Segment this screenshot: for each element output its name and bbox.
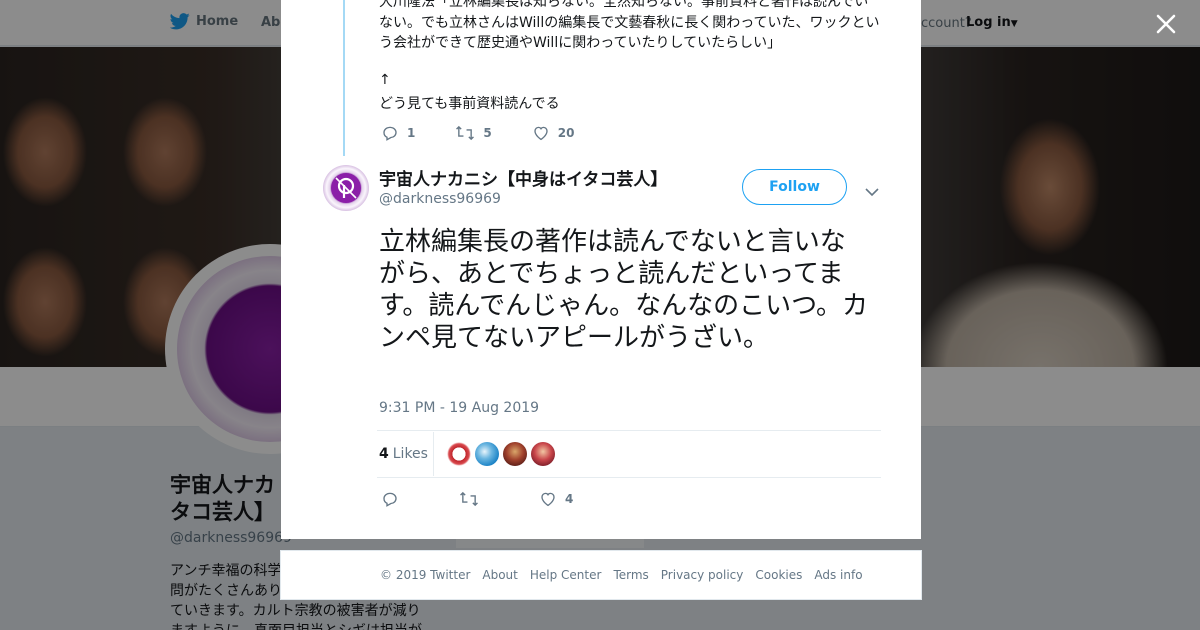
stats-divider <box>433 432 434 476</box>
footer-link-terms[interactable]: Terms <box>613 568 648 582</box>
like-count: 4 <box>565 492 574 506</box>
retweet-icon <box>456 125 475 141</box>
footer-link-about[interactable]: About <box>482 568 517 582</box>
likes-stat[interactable]: 4 Likes <box>379 446 428 462</box>
tweet-timestamp[interactable]: 9:31 PM - 19 Aug 2019 <box>379 400 539 416</box>
follow-button[interactable]: Follow <box>742 169 847 205</box>
likes-stat-count: 4 <box>379 446 389 462</box>
retweet-button[interactable]: 5 <box>455 124 492 142</box>
close-icon <box>1156 14 1176 34</box>
like-button[interactable]: 4 <box>539 490 573 508</box>
tweet-actions: 4 <box>381 490 633 508</box>
like-count: 20 <box>557 126 575 140</box>
liker-avatar[interactable] <box>503 442 527 466</box>
reply-count: 1 <box>407 126 416 140</box>
reply-button[interactable] <box>381 490 399 508</box>
previous-tweet-line: 大川隆法「立林編集長は知らない。全然知らない。事前資料と著作は読んでい <box>379 0 869 10</box>
footer-link-cookies[interactable]: Cookies <box>755 568 802 582</box>
liker-avatar[interactable] <box>447 442 471 466</box>
retweet-icon <box>460 491 478 507</box>
liker-avatar[interactable] <box>531 442 555 466</box>
previous-tweet-actions: 1 5 20 <box>381 124 614 142</box>
author-name[interactable]: 宇宙人ナカニシ【中身はイタコ芸人】 <box>379 165 667 190</box>
tweet-stats: 4 Likes <box>377 430 881 478</box>
previous-tweet-text: 大川隆法「立林編集長は知らない。全然知らない。事前資料と著作は読んでい ない。で… <box>379 0 884 54</box>
heart-icon <box>534 126 548 141</box>
retweet-count: 5 <box>483 126 492 140</box>
heart-icon <box>541 492 555 507</box>
previous-tweet-arrow: ↑ <box>379 72 391 88</box>
author-avatar[interactable] <box>323 165 369 211</box>
reply-icon <box>383 492 397 507</box>
close-modal-button[interactable] <box>1152 10 1180 38</box>
retweet-button[interactable] <box>459 490 479 508</box>
tweet-text: 立林編集長の著作は読んでないと言いながら、あとでちょっと読んだといってます。読ん… <box>379 227 869 353</box>
footer-link-privacy[interactable]: Privacy policy <box>661 568 744 582</box>
tweet-menu-button[interactable] <box>865 182 879 201</box>
footer: © 2019 Twitter About Help Center Terms P… <box>280 550 922 600</box>
footer-link-ads-info[interactable]: Ads info <box>814 568 862 582</box>
likes-stat-label: Likes <box>392 446 428 462</box>
previous-tweet-line: う会社ができて歴史通やWillに関わっていたりしていたらしい」 <box>379 35 782 51</box>
liker-avatar[interactable] <box>475 442 499 466</box>
avatar-logo-icon <box>331 173 361 203</box>
footer-copyright: © 2019 Twitter <box>380 568 471 582</box>
previous-tweet-last-line: どう見ても事前資料読んでる <box>379 96 560 112</box>
reply-button[interactable]: 1 <box>381 124 415 142</box>
author-handle[interactable]: @darkness96969 <box>379 191 501 207</box>
tweet-permalink-modal: 大川隆法「立林編集長は知らない。全然知らない。事前資料と著作は読んでい ない。で… <box>281 0 921 539</box>
like-button[interactable]: 20 <box>532 124 575 142</box>
reply-icon <box>383 126 397 141</box>
chevron-down-icon <box>865 188 879 197</box>
thread-connector-line <box>343 0 345 156</box>
footer-link-help-center[interactable]: Help Center <box>530 568 602 582</box>
previous-tweet-line: ない。でも立林さんはWillの編集長で文藝春秋に長く関わっていた、ワックとい <box>379 14 880 31</box>
